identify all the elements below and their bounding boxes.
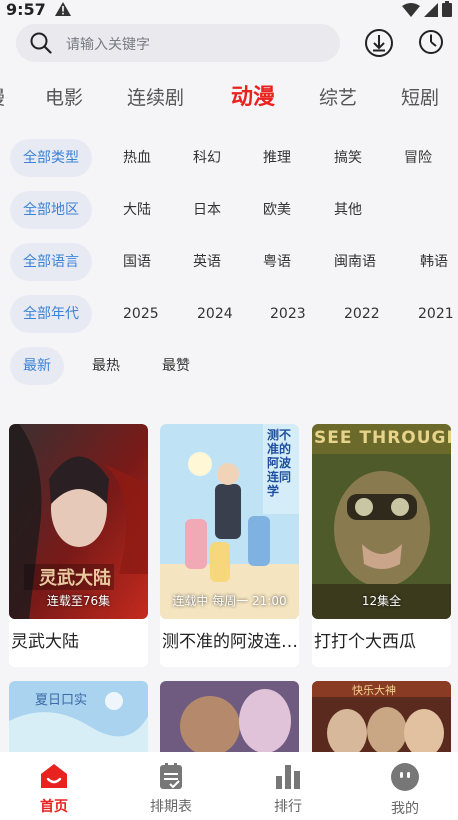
filter-chip[interactable]: 2024: [197, 295, 233, 333]
filter-row-sort: 最新 最热 最赞: [0, 347, 458, 385]
tab-short-drama[interactable]: 短剧: [401, 82, 439, 114]
content-card[interactable]: [160, 681, 299, 753]
poster-image: 测不准的阿波连同学 连载中 每周一 21:00: [160, 424, 299, 619]
filter-chip[interactable]: 大陆: [123, 191, 151, 229]
tab-partial[interactable]: 漫: [0, 82, 5, 114]
episode-badge: 连载至76集: [46, 594, 111, 608]
poster-logo-text: 夏日口实: [35, 693, 88, 708]
schedule-icon: [158, 763, 184, 794]
filter-chip[interactable]: 2023: [270, 295, 306, 333]
episode-badge: 连载中 每周一 21:00: [172, 594, 287, 608]
poster-logo-text: SEE THROUGH: [314, 428, 451, 448]
signal-icon: [424, 2, 438, 21]
filter-chip[interactable]: 英语: [193, 243, 221, 281]
history-icon[interactable]: [418, 29, 444, 59]
nav-label: 排期表: [150, 799, 192, 815]
bottom-nav: 首页 排期表 排行 我的: [0, 752, 458, 820]
filter-chip[interactable]: 韩语: [420, 243, 448, 281]
filter-chip[interactable]: 全部年代: [10, 295, 92, 333]
filter-chip[interactable]: 全部语言: [10, 243, 92, 281]
warning-icon: [54, 1, 72, 21]
poster-logo-text: 测不准的阿波连同学: [267, 428, 292, 498]
content-card[interactable]: 测不准的阿波连同学 连载中 每周一 21:00 测不准的阿波连同学: [160, 424, 299, 667]
filter-chip[interactable]: 其他: [334, 191, 362, 229]
tab-movie[interactable]: 电影: [45, 82, 83, 114]
filter-chip[interactable]: 全部地区: [10, 191, 92, 229]
content-card[interactable]: 夏日口实: [9, 681, 148, 753]
episode-badge: 12集全: [361, 594, 402, 608]
filter-chip[interactable]: 科幻: [193, 139, 221, 177]
filter-chip[interactable]: 粤语: [263, 243, 291, 281]
profile-icon: [390, 763, 420, 796]
card-title: 灵武大陆: [11, 632, 79, 652]
card-title: 测不准的阿波连同学: [162, 632, 299, 652]
content-card[interactable]: 灵武大陆 连载至76集 灵武大陆: [9, 424, 148, 667]
card-title: 打打个大西瓜: [314, 632, 416, 652]
filter-row-type: 全部类型 热血 科幻 推理 搞笑 冒险: [0, 139, 458, 177]
search-row: 请输入关键字: [0, 24, 458, 64]
nav-label: 我的: [391, 801, 419, 817]
nav-label: 排行: [274, 799, 302, 815]
filter-row-region: 全部地区 大陆 日本 欧美 其他: [0, 191, 458, 229]
filter-chip[interactable]: 全部类型: [10, 139, 92, 177]
filter-chip[interactable]: 搞笑: [334, 139, 362, 177]
search-icon: [30, 32, 52, 58]
status-bar: 9:57: [0, 0, 458, 22]
home-icon: [39, 764, 69, 794]
filter-chip[interactable]: 最新: [10, 347, 64, 385]
tab-anime[interactable]: 动漫: [231, 82, 275, 114]
filter-chip[interactable]: 日本: [193, 191, 221, 229]
status-time: 9:57: [6, 0, 46, 19]
filter-chip[interactable]: 欧美: [263, 191, 291, 229]
filter-chip[interactable]: 闽南语: [334, 243, 376, 281]
download-icon[interactable]: [364, 28, 394, 62]
filter-chip[interactable]: 2021: [418, 295, 454, 333]
poster-logo-text: 灵武大陆: [39, 568, 111, 589]
nav-ranking[interactable]: 排行: [248, 762, 328, 816]
nav-profile[interactable]: 我的: [365, 762, 445, 818]
tab-series[interactable]: 连续剧: [127, 82, 184, 114]
poster-image: 灵武大陆 连载至76集: [9, 424, 148, 619]
poster-image: SEE THROUGH 12集全: [312, 424, 451, 619]
filter-chip[interactable]: 推理: [263, 139, 291, 177]
ranking-icon: [274, 765, 302, 794]
nav-home[interactable]: 首页: [14, 762, 94, 816]
nav-schedule[interactable]: 排期表: [131, 762, 211, 816]
category-tabs: 漫 电影 连续剧 动漫 综艺 短剧: [0, 82, 458, 118]
filter-chip[interactable]: 最赞: [162, 347, 190, 385]
filter-chip[interactable]: 热血: [123, 139, 151, 177]
content-card[interactable]: SEE THROUGH 12集全 打打个大西瓜: [312, 424, 451, 667]
filter-row-year: 全部年代 2025 2024 2023 2022 2021: [0, 295, 458, 333]
search-placeholder: 请输入关键字: [66, 37, 150, 53]
filter-chip[interactable]: 最热: [92, 347, 120, 385]
tab-variety[interactable]: 综艺: [319, 82, 357, 114]
content-card[interactable]: 快乐大神: [312, 681, 451, 753]
filter-chip[interactable]: 冒险: [404, 139, 432, 177]
filter-chip[interactable]: 2022: [344, 295, 380, 333]
filter-row-language: 全部语言 国语 英语 粤语 闽南语 韩语: [0, 243, 458, 281]
filter-chip[interactable]: 2025: [123, 295, 159, 333]
battery-icon: [442, 1, 452, 21]
filter-chip[interactable]: 国语: [123, 243, 151, 281]
nav-label: 首页: [40, 799, 68, 815]
poster-logo-text: 快乐大神: [352, 684, 396, 697]
search-input[interactable]: 请输入关键字: [16, 24, 340, 62]
wifi-icon: [402, 2, 420, 21]
